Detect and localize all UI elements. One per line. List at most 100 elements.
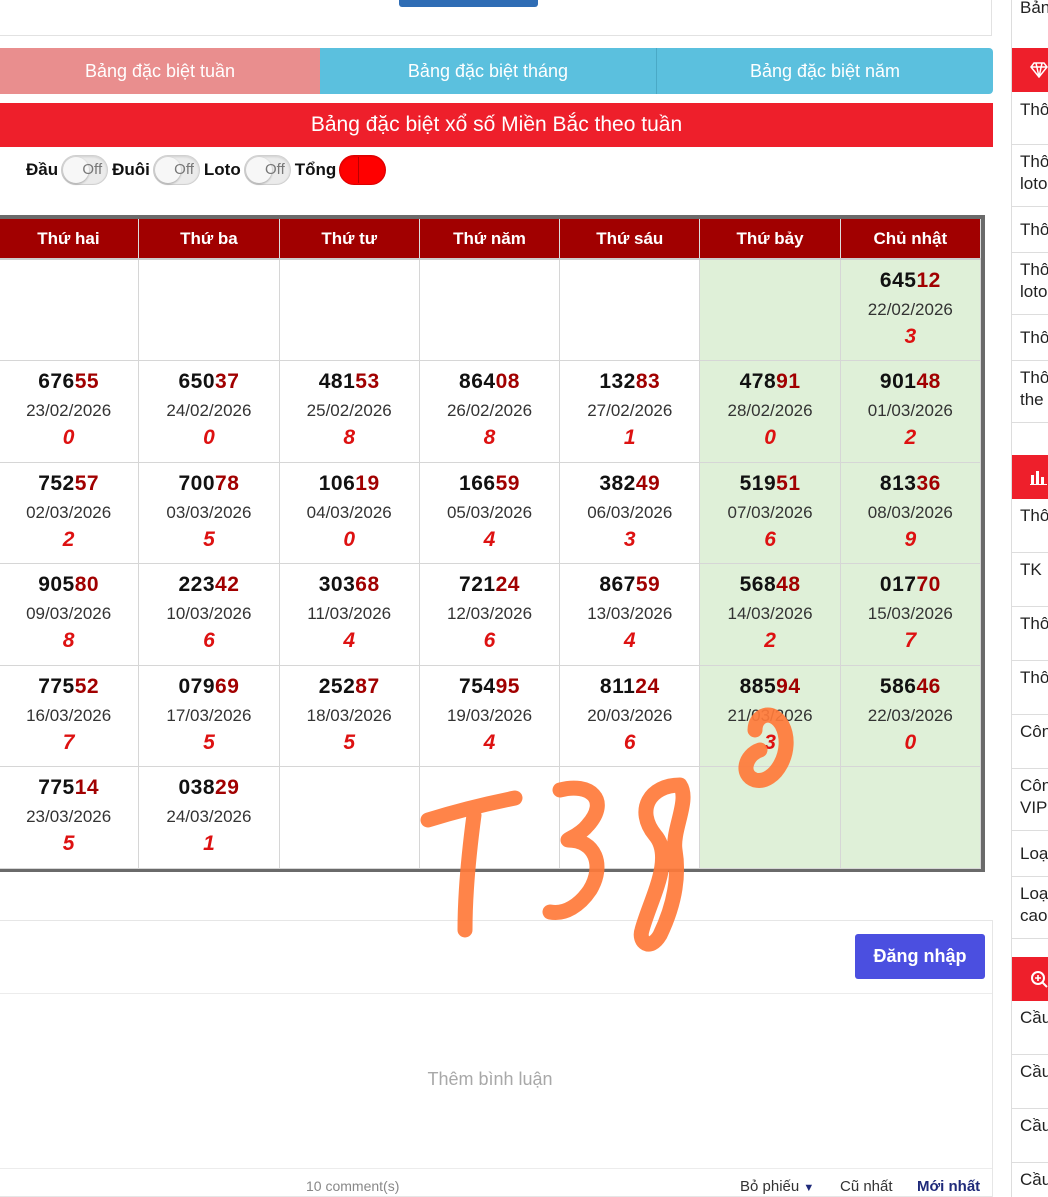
special-number: 75495 [420,674,559,700]
result-cell: 81336 08/03/2026 9 [839,461,982,564]
sidebar-section-header [1012,957,1048,1001]
result-cell [559,766,701,869]
digit-sum: 2 [62,527,75,551]
comment-count: 10 comment(s) [306,1178,400,1194]
top-button[interactable] [399,0,538,7]
toggle-knob [358,157,385,183]
number-head: 650 [178,370,216,393]
number-tail: 29 [215,776,240,799]
tab-weekly[interactable]: Bảng đặc biệt tuần [0,48,320,94]
sidebar-link[interactable]: Thô [1012,607,1048,661]
number-head: 568 [739,573,777,596]
draw-date: 14/03/2026 [727,604,813,623]
result-cell: 22342 10/03/2026 6 [138,563,280,666]
tab-yearly[interactable]: Bảng đặc biệt năm [657,48,993,94]
digit-sum: 3 [764,730,776,754]
result-cell [418,258,561,361]
special-number: 47891 [700,369,839,395]
sidebar-link[interactable]: Thô [1012,93,1048,145]
digit-sum: 8 [343,426,356,449]
special-number: 77552 [0,674,138,700]
digit-sum: 4 [623,629,636,652]
special-number: 48153 [280,369,419,395]
sidebar-link[interactable]: Côn [1012,715,1048,769]
toggle-loto[interactable]: Off [243,155,291,185]
toggle-label-loto: Loto [203,160,241,179]
number-tail: 52 [74,674,100,698]
column-header: Thứ sáu [559,219,701,260]
number-tail: 08 [495,370,520,393]
sidebar-link[interactable]: Thô [1012,315,1048,361]
right-sidebar: Bản Thô Thô loto Thô Thô loto Thô Thô the Thô T… [1011,0,1048,1197]
sidebar-link[interactable]: Loạ [1012,831,1048,877]
search-plus-icon [1031,971,1048,988]
result-cell: 48153 25/02/2026 8 [278,360,420,463]
digit-sum: 8 [483,426,496,449]
toggle-dau[interactable]: Off [61,155,109,185]
draw-date: 07/03/2026 [727,502,813,522]
number-head: 478 [739,370,777,393]
digit-sum: 4 [483,730,496,754]
column-header: Chủ nhật [840,219,982,260]
draw-date: 22/02/2026 [867,300,953,319]
sidebar-link[interactable]: Thô [1012,499,1048,553]
special-number: 81336 [841,471,980,497]
draw-date: 15/03/2026 [867,604,953,623]
number-tail: 14 [74,776,100,799]
table-row: 67655 23/02/2026 0 65037 24/02/2026 0 48153 25/… [0,360,982,463]
digit-sum: 1 [203,832,215,855]
sidebar-top-item[interactable]: Bản [1012,0,1048,22]
number-tail: 94 [776,674,801,698]
digit-sum: 0 [343,527,356,551]
number-tail: 37 [215,370,240,393]
special-number: 16659 [420,471,559,497]
result-cell: 88594 21/03/2026 3 [699,664,841,767]
sidebar-link[interactable]: Thô [1012,207,1048,253]
result-cell: 13283 27/02/2026 1 [559,360,701,463]
table-row: 77552 16/03/2026 7 07969 17/03/2026 5 25287 18/… [0,664,982,767]
sidebar-link[interactable]: Thô loto [1012,145,1048,207]
sidebar-link[interactable]: Cầu [1012,1055,1048,1109]
sidebar-link[interactable]: Thô the [1012,361,1048,423]
table-row: 90580 09/03/2026 8 22342 10/03/2026 6 30368 11/… [0,563,982,666]
digit-sum: 5 [203,730,215,754]
special-number: 10619 [280,471,419,497]
number-head: 106 [318,471,356,495]
result-cell [278,258,420,361]
result-cell: 58646 22/03/2026 0 [839,664,982,767]
number-head: 166 [459,471,496,495]
digit-sum: 1 [623,426,636,449]
sort-oldest[interactable]: Cũ nhất [840,1178,893,1195]
result-cell: 81124 20/03/2026 6 [559,664,701,767]
sidebar-link[interactable]: Cầu [1012,1001,1048,1055]
special-number: 64512 [841,268,980,294]
login-button[interactable]: Đăng nhập [855,934,985,979]
sidebar-link[interactable]: Thô [1012,661,1048,715]
result-cell [839,766,982,869]
result-cell: 75495 19/03/2026 4 [418,664,561,767]
number-head: 885 [739,674,777,698]
number-tail: 36 [916,471,941,495]
draw-date: 03/03/2026 [166,502,252,522]
sidebar-link[interactable]: Côn VIP [1012,769,1048,831]
number-tail: 87 [355,674,380,698]
sort-newest[interactable]: Mới nhất [917,1178,980,1195]
tab-monthly[interactable]: Bảng đặc biệt tháng [320,48,657,94]
toggle-tong[interactable] [339,155,387,185]
result-cell: 75257 02/03/2026 2 [0,461,140,564]
result-cell: 77552 16/03/2026 7 [0,664,140,767]
draw-date: 28/02/2026 [727,401,813,420]
vote-dropdown[interactable]: Bỏ phiếu ▼ [740,1178,814,1195]
number-head: 754 [459,674,496,698]
sidebar-link[interactable]: Thô loto [1012,253,1048,315]
digit-sum: 3 [623,527,636,551]
sidebar-link[interactable]: TK [1012,553,1048,607]
sidebar-link[interactable]: Loạ cao [1012,877,1048,939]
digit-sum: 9 [904,527,917,551]
toggle-duoi[interactable]: Off [152,155,200,185]
sidebar-link[interactable]: Cầu [1012,1163,1048,1197]
add-comment-input[interactable]: Thêm bình luận [0,1069,980,1090]
result-cell [278,766,420,869]
result-cell: 65037 24/02/2026 0 [138,360,280,463]
sidebar-link[interactable]: Cầu [1012,1109,1048,1163]
